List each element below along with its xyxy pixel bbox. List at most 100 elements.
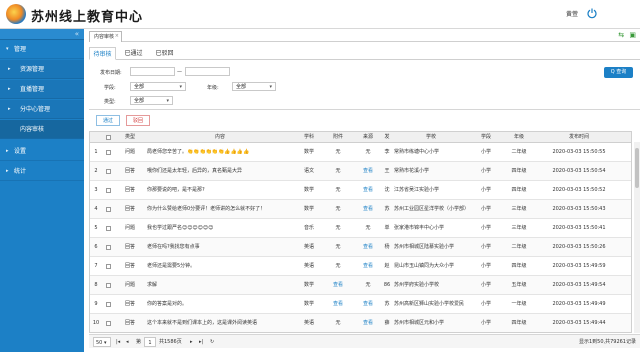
tab-rejected[interactable]: 已驳回 [151,47,178,60]
table-row[interactable]: 9 回答 你的答案是对的。 数学 查看 查看苏苏州高新区狮山实验小学校爱民 小学 一年级 202… [90,295,631,314]
tab-approved[interactable]: 已通过 [120,47,147,60]
publisher-cell: 杨 [384,244,390,250]
close-icon[interactable]: × [115,31,119,41]
date-label: 发布日期: [100,70,122,76]
grade-cell: 二年级 [511,149,527,155]
table-row[interactable]: 8 问题 求解 数学 查看 无 86 苏州学府实验小学校 小学 五年级 2020-03-03 15:… [90,276,631,295]
select-all-checkbox[interactable] [106,135,111,140]
school-cell: 江苏省吴江实验小学 [394,187,440,193]
table-row[interactable]: 7 回答 老师还是需要5分钟。 英语 无 查看赵昆山市玉山镇同为大众小学 小学 四年级 2020… [90,257,631,276]
table-row[interactable]: 3 回答 你那要说的吧，是不是那? 数学 无 查看沈江苏省吴江实验小学 小学 四年级 2020-… [90,181,631,200]
row-checkbox[interactable] [106,264,111,269]
time-cell: 2020-03-03 15:49:49 [552,301,606,307]
table-row[interactable]: 1 问题 局老师您辛苦了。👏👏👏👏👏👏👍👍👍👍 数学 无 无 李常熟市练塘中心小学 小学 二年级… [90,143,631,162]
row-checkbox[interactable] [106,283,111,288]
source-cell[interactable]: 查看 [354,257,382,276]
chevron-down-icon: ▾ [179,84,182,90]
approve-button[interactable]: 通过 [96,115,120,126]
reject-button[interactable]: 驳回 [126,115,150,126]
attachment-cell[interactable]: 查看 [322,276,354,295]
sidebar-item-settings[interactable]: ▸ 设置 [0,142,84,161]
last-page-button[interactable]: ▸| [199,337,203,347]
sidebar-item-manage[interactable]: ▾ 管理 [0,40,84,59]
divider [89,109,640,110]
tab-pending[interactable]: 待审核 [89,47,116,60]
row-checkbox[interactable] [106,188,111,193]
chevron-down-icon: ▾ [6,46,9,52]
time-cell: 2020-03-03 15:49:54 [552,282,606,288]
source-cell: 无 [365,225,371,231]
filter-panel: 发布日期: — 学段: 全部 ▾ 年级: 全部 ▾ 类型: 全部 ▾ Q 查询 [89,64,640,108]
attachment-cell: 无 [335,244,341,250]
sidebar-collapse-button[interactable]: « [0,29,84,40]
attachment-cell[interactable]: 查看 [322,295,354,314]
header-subject[interactable]: 学科 [296,132,322,143]
row-checkbox[interactable] [106,245,111,250]
header-school[interactable]: 学校 [392,132,470,143]
table-row[interactable]: 2 回答 哦你们还是太年轻，后异的，真名甄是大异 语文 无 查看王常熟市花溪小学 小学 四年级… [90,162,631,181]
source-cell[interactable]: 查看 [354,181,382,200]
first-page-button[interactable]: |◂ [116,337,120,347]
table-row[interactable]: 4 回答 你为什么赞给老师0分要评！老师讲的怎么就不好了！ 数学 无 查看苏苏州工业园区星… [90,200,631,219]
header-type[interactable]: 类型 [116,132,144,143]
publisher-cell: 薛 [384,320,390,326]
stage-cell: 小学 [480,225,491,231]
prev-page-button[interactable]: ◂ [126,337,129,347]
page-size-select[interactable]: 50 ▾ [93,337,111,347]
chevron-right-icon: ▸ [8,86,11,92]
header-time[interactable]: 发布时间 [536,132,622,143]
row-checkbox[interactable] [106,169,111,174]
date-start-input[interactable] [130,67,175,76]
sidebar-item-label: 管理 [14,46,27,53]
stage-cell: 小学 [480,206,491,212]
refresh-icon[interactable]: ↻ [210,337,214,347]
row-checkbox[interactable] [106,226,111,231]
power-icon[interactable] [586,7,598,19]
source-cell[interactable]: 查看 [354,314,382,332]
table-row[interactable]: 6 回答 老师在吗?我找您有点事 英语 无 查看杨苏州市相城区陆慕实验小学 小学 二年级 202… [90,238,631,257]
sidebar-item-stats[interactable]: ▸ 统计 [0,162,84,181]
row-checkbox[interactable] [106,302,111,307]
type-cell: 回答 [124,187,135,193]
grade-select[interactable]: 全部 ▾ [232,82,276,91]
source-cell[interactable]: 查看 [354,238,382,257]
row-checkbox[interactable] [106,150,111,155]
school-cell: 苏州市相城区元和小学 [394,320,445,326]
table-row[interactable]: 5 问题 我也学过跟严名😊😊😊😊😊😊 音乐 无 无 单张家港市锦丰中心小学 小学 三年级 2020… [90,219,631,238]
header-content[interactable]: 内容 [144,132,296,143]
type-select[interactable]: 全部 ▾ [130,96,173,105]
source-cell[interactable]: 查看 [354,200,382,219]
sidebar-item-resources[interactable]: ▸ 资源管理 [0,60,84,79]
header-checkbox[interactable] [102,132,116,143]
row-number: 10 [92,320,100,326]
type-cell: 问题 [124,225,135,231]
sidebar-item-content-review[interactable]: 内容审核 [0,120,84,139]
date-end-input[interactable] [185,67,230,76]
row-checkbox[interactable] [106,321,111,326]
refresh-icon[interactable]: ⇆ [618,31,624,39]
subject-cell: 英语 [303,263,314,269]
header-stage[interactable]: 学段 [470,132,502,143]
user-name[interactable]: 黄萱 [566,9,578,18]
row-checkbox[interactable] [106,207,111,212]
sidebar-item-branch[interactable]: ▸ 分中心管理 [0,100,84,119]
stage-select[interactable]: 全部 ▾ [130,82,186,91]
next-page-button[interactable]: ▸ [190,337,193,347]
sidebar-item-live[interactable]: ▸ 直播管理 [0,80,84,99]
vertical-scrollbar[interactable] [634,142,640,333]
time-cell: 2020-03-03 15:50:41 [552,225,606,231]
page-number-input[interactable]: 1 [144,337,156,347]
fullscreen-icon[interactable]: ▣ [629,31,636,39]
query-button[interactable]: Q 查询 [604,67,633,78]
tab-label: 内容审核 [94,34,115,40]
header-grade[interactable]: 年级 [502,132,536,143]
tab-content-review[interactable]: 内容审核 × [89,31,122,42]
header-attachment[interactable]: 附件 [322,132,354,143]
table-row[interactable]: 10 回答 这个本来就不是到们课本上的，这是课外阅读英语 英语 无 查看薛苏州市相城区元和… [90,314,631,332]
scrollbar-thumb[interactable] [635,148,639,188]
subject-cell: 音乐 [303,225,314,231]
header-source[interactable]: 来源 [354,132,382,143]
source-cell[interactable]: 查看 [354,162,382,181]
header-publisher[interactable]: 发 [382,132,392,143]
source-cell[interactable]: 查看 [354,295,382,314]
